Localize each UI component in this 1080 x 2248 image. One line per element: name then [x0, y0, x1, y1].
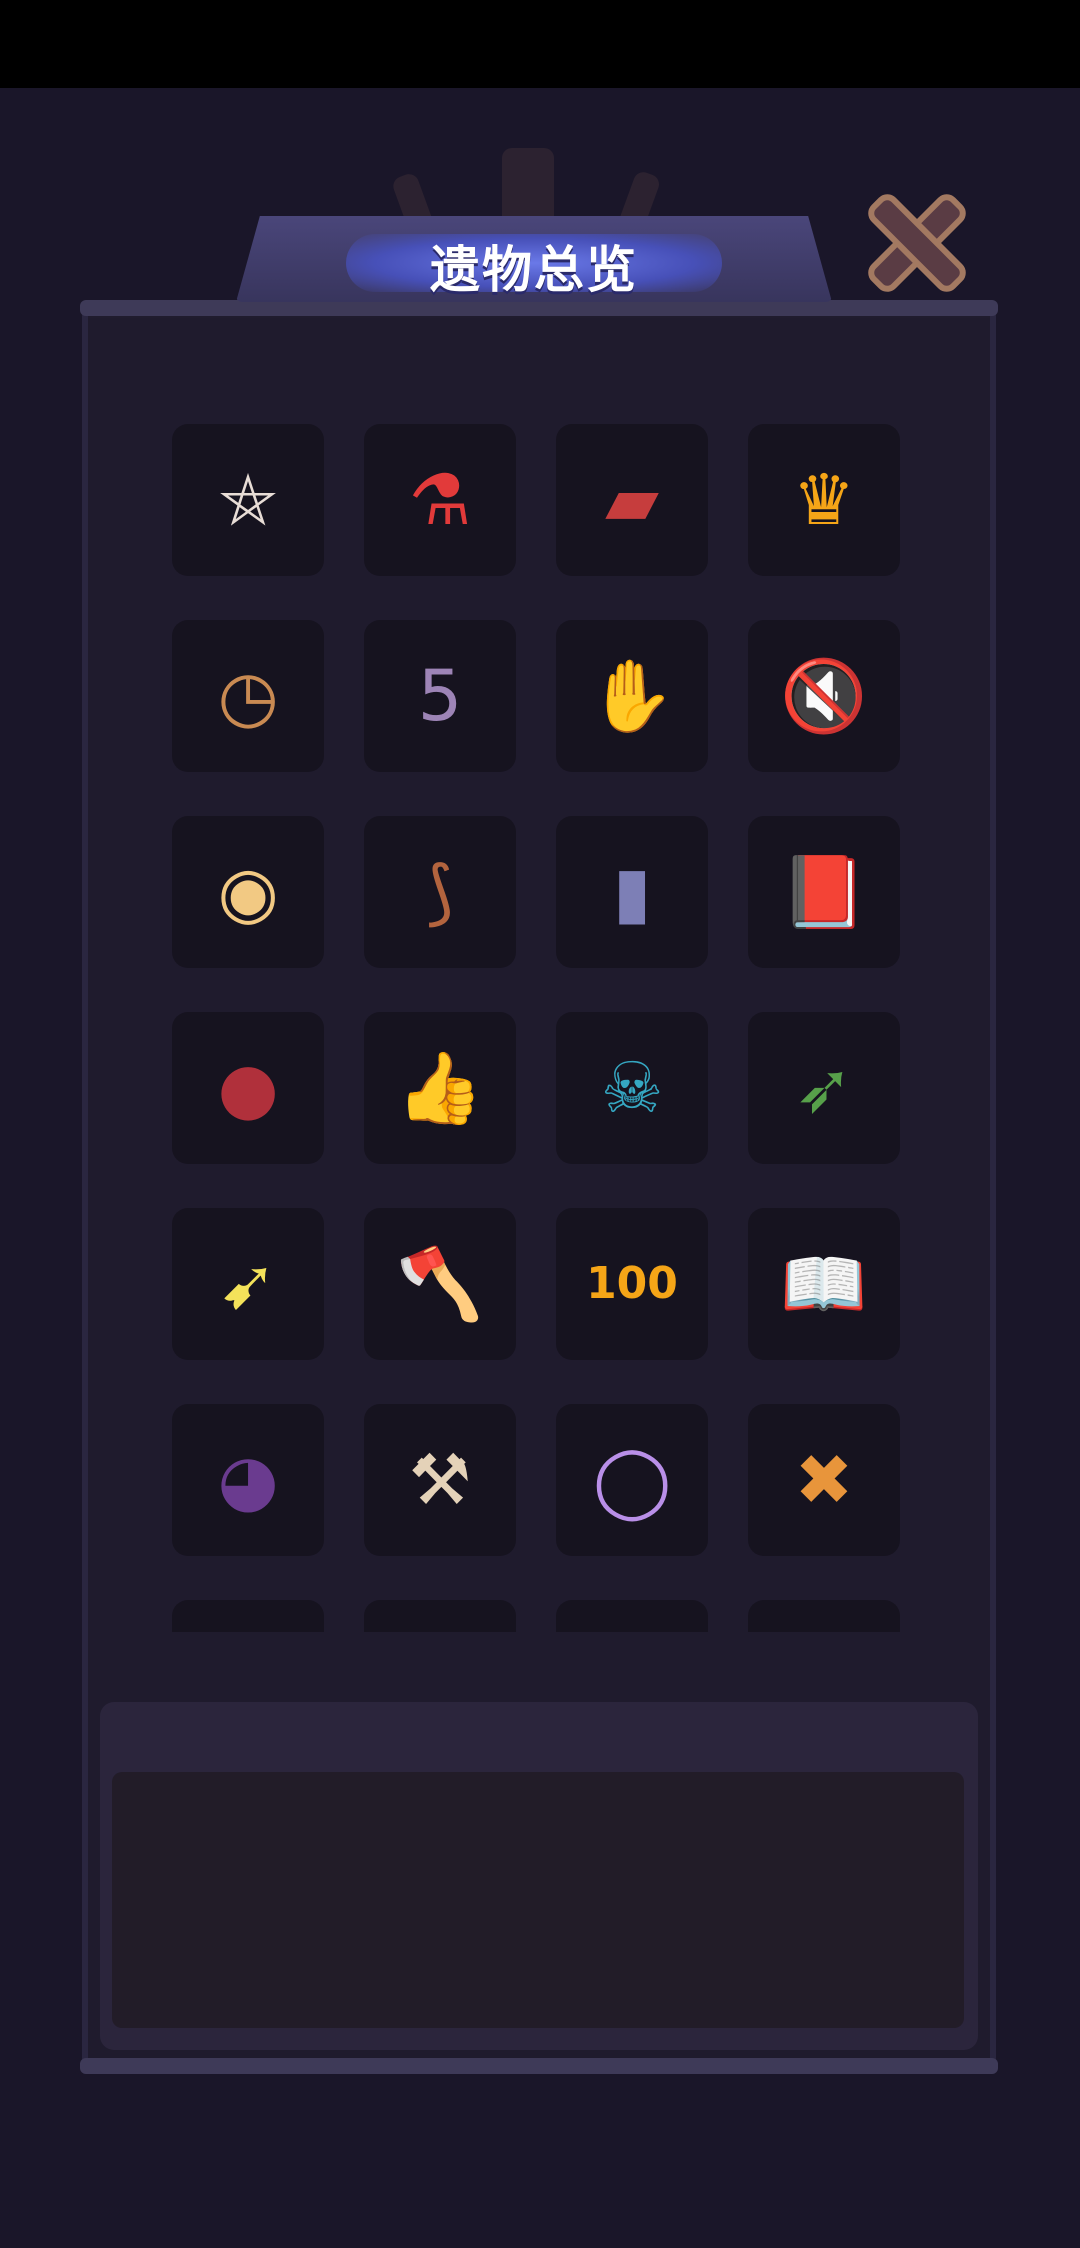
relic-slot[interactable]: ◕: [172, 1404, 324, 1556]
feather-arrow-icon: ➹: [218, 1243, 278, 1325]
relic-slot[interactable]: ◷: [172, 620, 324, 772]
purple-axe-icon: 🪓: [396, 1243, 484, 1325]
title-banner: 遗物总览: [236, 216, 832, 302]
round-shield-icon: ◉: [217, 851, 279, 933]
pocket-watch-icon: ◷: [217, 655, 279, 737]
relic-slot[interactable]: ⚒: [364, 1404, 516, 1556]
relic-slot[interactable]: ●: [364, 1600, 516, 1632]
rainbow-ring-icon: ◯: [592, 1439, 672, 1521]
relic-slot[interactable]: ⚗: [364, 424, 516, 576]
relic-slot[interactable]: ➶: [748, 1012, 900, 1164]
level-100-house-icon: 100: [586, 1258, 678, 1309]
relic-description-text: [112, 1772, 964, 2028]
relic-slot[interactable]: ⛤: [172, 424, 324, 576]
relic-slot[interactable]: 100: [556, 1208, 708, 1360]
relic-slot[interactable]: 👍: [364, 1012, 516, 1164]
cut-off-relic-2-icon: ●: [377, 1613, 503, 1632]
cut-off-relic-3-icon: ●: [569, 1613, 695, 1632]
status-bar: [0, 0, 1080, 88]
relic-slot[interactable]: ⟆: [364, 816, 516, 968]
cut-off-relic-1-icon: ▲: [185, 1613, 311, 1632]
relic-slot[interactable]: ●: [748, 1600, 900, 1632]
relic-slot[interactable]: 🪓: [364, 1208, 516, 1360]
panel-top-rim: [80, 300, 998, 316]
handshake-icon: ✋: [588, 655, 676, 737]
relic-slot[interactable]: ✋: [556, 620, 708, 772]
relic-slot[interactable]: 📖: [748, 1208, 900, 1360]
relic-slot[interactable]: ➹: [172, 1208, 324, 1360]
relic-slot[interactable]: ▰: [556, 424, 708, 576]
wooden-bow-icon: ⟆: [426, 851, 454, 933]
crown-card-icon: ♛: [792, 459, 856, 541]
relic-slot[interactable]: ✖: [748, 1404, 900, 1556]
wooden-signpost-icon: ⚒: [408, 1439, 472, 1521]
red-armor-icon: ▰: [605, 459, 659, 541]
relic-slot[interactable]: 🔇: [748, 620, 900, 772]
masked-face-icon: ◕: [217, 1439, 279, 1521]
skull-calendar-icon: 5: [417, 655, 463, 737]
close-button[interactable]: [860, 188, 971, 298]
relic-slot[interactable]: 5: [364, 620, 516, 772]
relic-slot[interactable]: ●: [556, 1600, 708, 1632]
cut-off-relic-4-icon: ●: [761, 1613, 887, 1632]
purple-spellbook-icon: 📕: [780, 851, 868, 933]
relic-grid: ⛤ ⚗ ▰ ♛ ◷ 5 ✋ 🔇 ◉ ⟆ ▮ 📕 ● 👍 ☠ ➶ ➹ 🪓 100 📖 ◕ ⚒ ◯ ✖ ▲ ● ● ●: [172, 424, 904, 1632]
relic-slot[interactable]: ◉: [172, 816, 324, 968]
vine-skull-icon: ☠: [600, 1047, 664, 1129]
arrow-quiver-icon: ➶: [794, 1047, 854, 1129]
relic-slot[interactable]: ▲: [172, 1600, 324, 1632]
relic-slot[interactable]: ☠: [556, 1012, 708, 1164]
cursed-spellbook-icon: 📖: [780, 1243, 868, 1325]
relic-slot[interactable]: 📕: [748, 816, 900, 968]
bitten-apple-icon: ●: [217, 1047, 279, 1129]
relic-slot[interactable]: ♛: [748, 424, 900, 576]
relic-slot[interactable]: ●: [172, 1012, 324, 1164]
pentagram-plate-icon: ⛤: [220, 459, 276, 541]
panel-bottom-rim: [80, 2058, 998, 2074]
thumbs-up-icon: 👍: [396, 1047, 484, 1129]
crossed-balloon-icon: ✖: [794, 1439, 854, 1521]
winged-potion-icon: ⚗: [408, 459, 472, 541]
page-title: 遗物总览: [430, 241, 638, 299]
mute-sound-icon: 🔇: [780, 655, 868, 737]
relic-slot[interactable]: ▮: [556, 816, 708, 968]
relic-slot[interactable]: ◯: [556, 1404, 708, 1556]
stone-block-icon: ▮: [612, 851, 652, 933]
